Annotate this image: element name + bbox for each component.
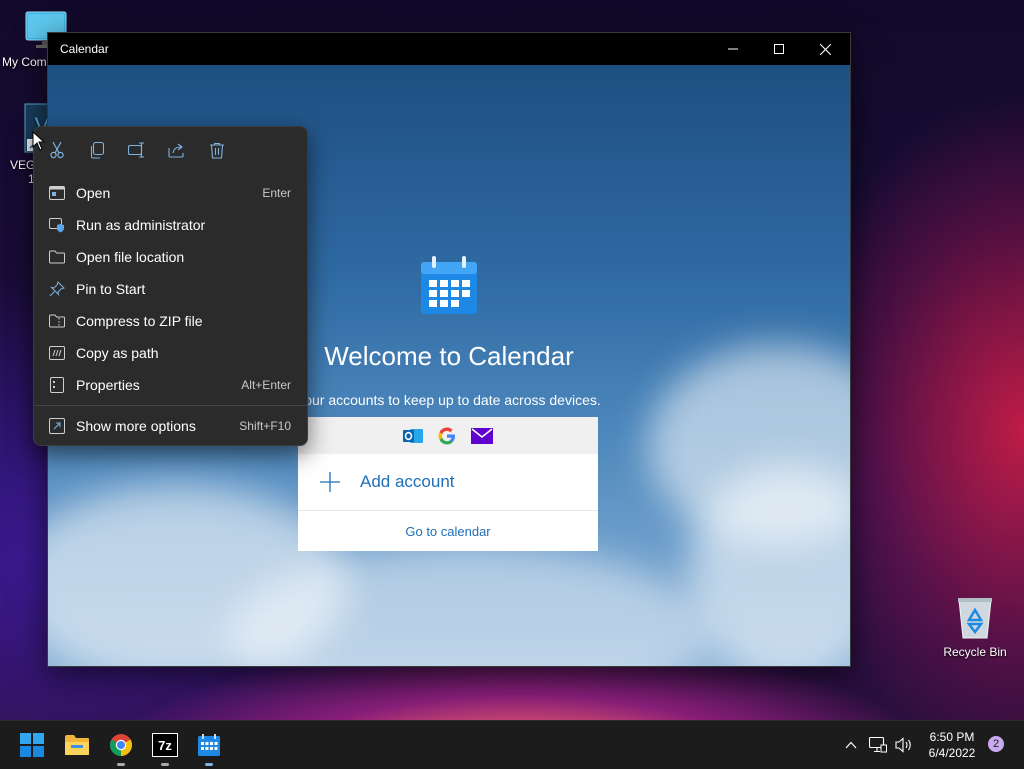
menu-item-label: Open: [76, 185, 111, 201]
account-card: Add account Go to calendar: [298, 417, 598, 551]
context-menu-toolbar: [34, 127, 307, 173]
minimize-icon: [728, 48, 738, 50]
share-icon: [168, 143, 184, 158]
menu-separator: [34, 405, 307, 406]
cut-button[interactable]: [45, 139, 69, 161]
menu-item-shortcut: Shift+F10: [239, 419, 291, 433]
mouse-cursor-icon: [32, 131, 46, 151]
delete-button[interactable]: [205, 139, 229, 161]
running-indicator: [117, 763, 125, 766]
go-to-calendar-link[interactable]: Go to calendar: [298, 511, 598, 551]
taskbar-file-explorer[interactable]: [62, 730, 92, 760]
add-account-button[interactable]: Add account: [298, 454, 598, 511]
close-button[interactable]: [802, 33, 848, 65]
folder-icon: [48, 248, 66, 266]
network-button[interactable]: [866, 733, 890, 757]
menu-item-copy-as-path[interactable]: Copy as path: [38, 338, 303, 368]
menu-item-label: Show more options: [76, 418, 196, 434]
copy-icon: [90, 141, 104, 159]
taskbar-calendar[interactable]: [194, 730, 224, 766]
menu-item-shortcut: Enter: [262, 186, 291, 200]
minimize-button[interactable]: [710, 33, 756, 65]
file-explorer-icon: [65, 735, 89, 755]
window-title: Calendar: [60, 42, 109, 56]
taskbar-chrome[interactable]: [106, 730, 136, 766]
menu-item-open-file-location[interactable]: Open file location: [38, 242, 303, 272]
provider-logos: [298, 417, 598, 454]
rename-icon: [128, 142, 144, 158]
calendar-app-icon: [421, 256, 477, 314]
add-account-label: Add account: [360, 472, 455, 491]
more-options-icon: [48, 417, 66, 435]
calendar-icon: [198, 734, 220, 756]
clock-date: 6/4/2022: [928, 746, 976, 760]
calendar-titlebar[interactable]: Calendar: [48, 33, 850, 65]
menu-item-label: Copy as path: [76, 345, 159, 361]
close-icon: [819, 43, 831, 55]
desktop-icon-recycle-bin[interactable]: Recycle Bin: [937, 596, 1013, 659]
maximize-button[interactable]: [756, 33, 802, 65]
yahoo-mail-icon: [471, 427, 493, 444]
menu-item-label: Run as administrator: [76, 217, 206, 233]
menu-item-label: Open file location: [76, 249, 185, 265]
maximize-icon: [774, 44, 784, 54]
running-indicator: [205, 763, 213, 766]
plus-icon: [320, 472, 340, 492]
menu-item-open[interactable]: Open Enter: [38, 178, 303, 208]
start-icon: [20, 733, 44, 757]
notification-badge[interactable]: 2: [988, 736, 1004, 752]
menu-item-label: Compress to ZIP file: [76, 313, 203, 329]
menu-item-pin-to-start[interactable]: Pin to Start: [38, 274, 303, 304]
menu-item-label: Properties: [76, 377, 140, 393]
menu-item-shortcut: Alt+Enter: [241, 378, 291, 392]
menu-item-show-more-options[interactable]: Show more options Shift+F10: [38, 411, 303, 441]
volume-icon: [895, 737, 911, 753]
menu-item-properties[interactable]: Properties Alt+Enter: [38, 370, 303, 400]
pin-icon: [48, 280, 66, 298]
outlook-icon: [403, 428, 423, 443]
taskbar-clock[interactable]: 6:50 PM 6/4/2022: [920, 729, 984, 761]
chevron-up-icon: [845, 741, 857, 749]
cut-icon: [50, 141, 64, 159]
show-hidden-icons-button[interactable]: [840, 733, 862, 757]
google-icon: [438, 427, 455, 444]
recycle-bin-icon: [958, 598, 992, 639]
copy-button[interactable]: [85, 139, 109, 161]
volume-button[interactable]: [892, 733, 916, 757]
desktop-icon-label: Recycle Bin: [943, 645, 1007, 659]
copy-path-icon: [48, 344, 66, 362]
start-button[interactable]: [17, 730, 47, 760]
network-icon: [869, 737, 887, 753]
7zip-icon: 7z: [152, 733, 178, 757]
context-menu: Open Enter Run as administrator Open fil…: [33, 126, 308, 446]
taskbar-7zip[interactable]: 7z: [150, 730, 180, 766]
taskbar: 7z 6:50 PM 6/4/2022: [0, 720, 1024, 769]
menu-item-run-as-admin[interactable]: Run as administrator: [38, 210, 303, 240]
running-indicator: [161, 763, 169, 766]
open-app-icon: [48, 184, 66, 202]
zip-folder-icon: [48, 312, 66, 330]
shield-icon: [48, 216, 66, 234]
chrome-icon: [110, 734, 132, 756]
delete-icon: [210, 142, 224, 159]
properties-icon: [48, 376, 66, 394]
menu-item-compress-zip[interactable]: Compress to ZIP file: [38, 306, 303, 336]
share-button[interactable]: [165, 139, 189, 161]
rename-button[interactable]: [125, 139, 149, 161]
menu-item-label: Pin to Start: [76, 281, 146, 297]
clock-time: 6:50 PM: [929, 730, 975, 744]
desktop: My Com V VEG 1 Recycle Bin Calendar: [0, 0, 1024, 720]
